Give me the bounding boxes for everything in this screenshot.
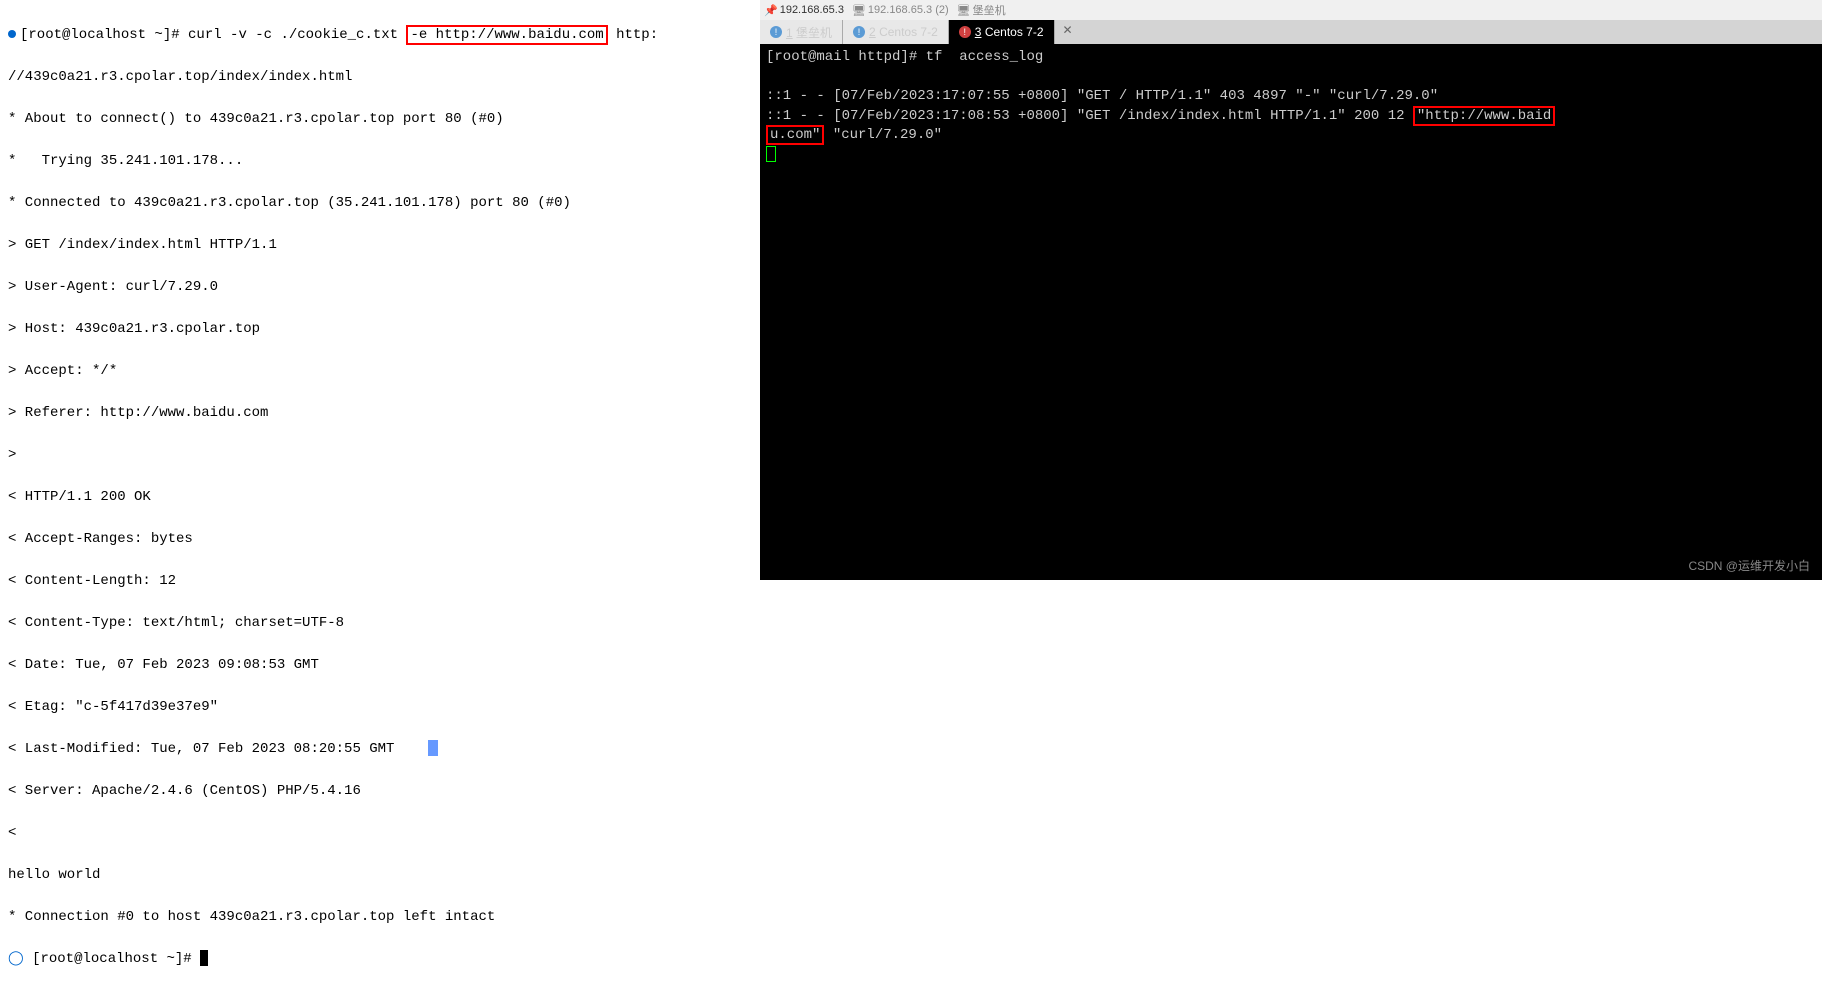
window-title-bar: 📌192.168.65.3 🖥192.168.65.3 (2) 🖥堡垒机 — [760, 0, 1822, 20]
terminal-line: < Accept-Ranges: bytes — [8, 529, 752, 550]
left-terminal-pane: [root@localhost ~]# curl -v -c ./cookie_… — [0, 0, 760, 580]
terminal-line: < Server: Apache/2.4.6 (CentOS) PHP/5.4.… — [8, 781, 752, 802]
pin-icon: 📌 — [764, 4, 778, 17]
tab-centos-1[interactable]: ! 2 Centos 7-2 — [843, 20, 949, 44]
title-bar-host[interactable]: 🖥192.168.65.3 (2) — [852, 4, 949, 17]
highlighted-referer: u.com" — [766, 125, 824, 145]
shell-prompt: [root@localhost ~]# — [20, 27, 188, 43]
terminal-line: * Connected to 439c0a21.r3.cpolar.top (3… — [8, 193, 752, 214]
tab-centos-2-active[interactable]: ! 3 Centos 7-2 — [949, 20, 1055, 44]
info-icon: ! — [853, 26, 865, 38]
terminal-line: < Last-Modified: Tue, 07 Feb 2023 08:20:… — [8, 739, 752, 760]
terminal-line: * Connection #0 to host 439c0a21.r3.cpol… — [8, 907, 752, 928]
terminal-line: < Content-Length: 12 — [8, 571, 752, 592]
title-bar-host[interactable]: 📌192.168.65.3 — [764, 4, 844, 17]
add-tab-button[interactable]: ✕ — [1055, 20, 1081, 44]
tab-bastion[interactable]: ! 1 堡垒机 — [760, 20, 843, 44]
terminal-line: //439c0a21.r3.cpolar.top/index/index.htm… — [8, 67, 752, 88]
terminal-line: > User-Agent: curl/7.29.0 — [8, 277, 752, 298]
command-text: tf access_log — [926, 49, 1044, 65]
terminal-line: * Trying 35.241.101.178... — [8, 151, 752, 172]
title-bar-host[interactable]: 🖥堡垒机 — [957, 2, 1006, 18]
command-text: http: — [608, 27, 658, 43]
terminal-line: > Accept: */* — [8, 361, 752, 382]
terminal-line: > Referer: http://www.baidu.com — [8, 403, 752, 424]
terminal-line: < Etag: "c-5f417d39e37e9" — [8, 697, 752, 718]
terminal-line: * About to connect() to 439c0a21.r3.cpol… — [8, 109, 752, 130]
terminal-cursor — [766, 146, 776, 162]
right-terminal-pane: 📌192.168.65.3 🖥192.168.65.3 (2) 🖥堡垒机 ! 1… — [760, 0, 1822, 580]
terminal-output[interactable]: [root@mail httpd]# tf access_log ::1 - -… — [760, 44, 1822, 580]
terminal-line: < Content-Type: text/html; charset=UTF-8 — [8, 613, 752, 634]
command-text: curl -v -c ./cookie_c.txt — [188, 27, 406, 43]
log-line: ::1 - - [07/Feb/2023:17:08:53 +0800] "GE… — [766, 106, 1555, 126]
terminal-line[interactable]: [root@localhost ~]# curl -v -c ./cookie_… — [8, 25, 752, 46]
log-line: u.com" "curl/7.29.0" — [766, 125, 942, 145]
alert-icon: ! — [959, 26, 971, 38]
shell-prompt: [root@mail httpd]# — [766, 49, 926, 65]
terminal-tab-bar: ! 1 堡垒机 ! 2 Centos 7-2 ! 3 Centos 7-2 ✕ — [760, 20, 1822, 44]
monitor-icon: 🖥 — [852, 4, 866, 17]
terminal-line: < Date: Tue, 07 Feb 2023 09:08:53 GMT — [8, 655, 752, 676]
terminal-line: > GET /index/index.html HTTP/1.1 — [8, 235, 752, 256]
monitor-icon: 🖥 — [957, 4, 971, 17]
terminal-cursor — [200, 950, 208, 966]
info-icon: ! — [770, 26, 782, 38]
watermark-text: CSDN @运维开发小白 — [1688, 557, 1810, 574]
prompt-bullet-icon: ◯ — [8, 951, 24, 967]
blank-line — [766, 69, 774, 85]
terminal-line: hello world — [8, 865, 752, 886]
shell-prompt: [root@localhost ~]# — [32, 951, 200, 967]
active-line-bullet — [8, 30, 16, 38]
highlighted-referer-option: -e http://www.baidu.com — [406, 25, 607, 45]
terminal-line[interactable]: ◯ [root@localhost ~]# — [8, 949, 752, 970]
terminal-line: < — [8, 823, 752, 844]
terminal-line: < HTTP/1.1 200 OK — [8, 487, 752, 508]
highlighted-referer: "http://www.baid — [1413, 106, 1555, 126]
log-line: ::1 - - [07/Feb/2023:17:07:55 +0800] "GE… — [766, 88, 1438, 104]
terminal-line: > Host: 439c0a21.r3.cpolar.top — [8, 319, 752, 340]
terminal-line: > — [8, 445, 752, 466]
selection-cursor — [428, 740, 438, 756]
